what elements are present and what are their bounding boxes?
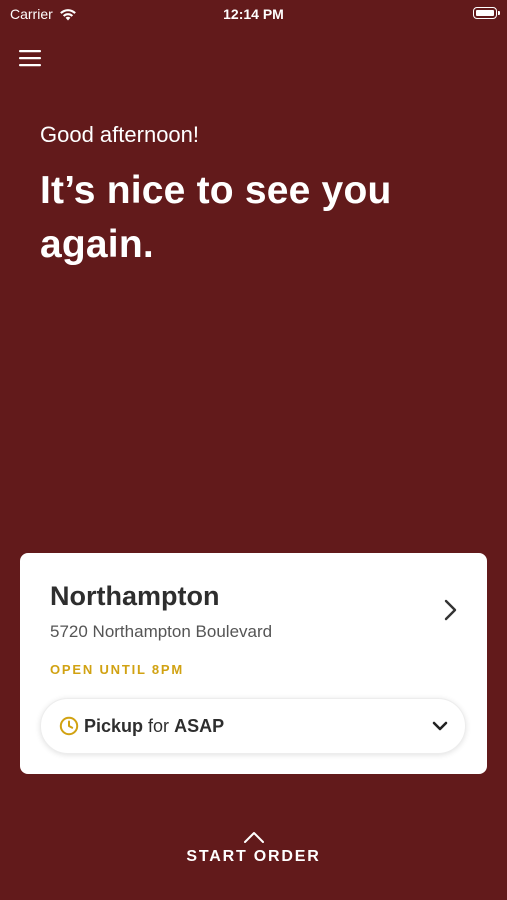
chevron-up-icon	[243, 832, 264, 843]
store-card[interactable]: Northampton 5720 Northampton Boulevard O…	[20, 553, 487, 774]
status-bar: Carrier 12:14 PM	[0, 0, 507, 28]
pickup-label: Pickup for ASAP	[84, 716, 224, 737]
store-hours-badge: OPEN UNTIL 8PM	[50, 662, 185, 677]
clock-icon	[59, 716, 79, 736]
pickup-time: ASAP	[174, 716, 225, 736]
pickup-time-selector[interactable]: Pickup for ASAP	[40, 698, 466, 754]
menu-icon[interactable]	[19, 48, 41, 68]
start-order-label: START ORDER	[186, 848, 321, 865]
store-address: 5720 Northampton Boulevard	[50, 622, 273, 641]
greeting-text: Good afternoon!	[40, 122, 200, 147]
store-name: Northampton	[50, 581, 220, 611]
battery-icon	[473, 7, 500, 19]
status-time: 12:14 PM	[223, 6, 284, 22]
start-order-button[interactable]: START ORDER	[0, 830, 507, 866]
pickup-connector: for	[148, 716, 170, 736]
chevron-down-icon	[432, 721, 448, 731]
chevron-right-icon[interactable]	[441, 598, 461, 622]
page-title: It’s nice to see you again.	[40, 169, 392, 266]
pickup-mode: Pickup	[84, 716, 144, 736]
